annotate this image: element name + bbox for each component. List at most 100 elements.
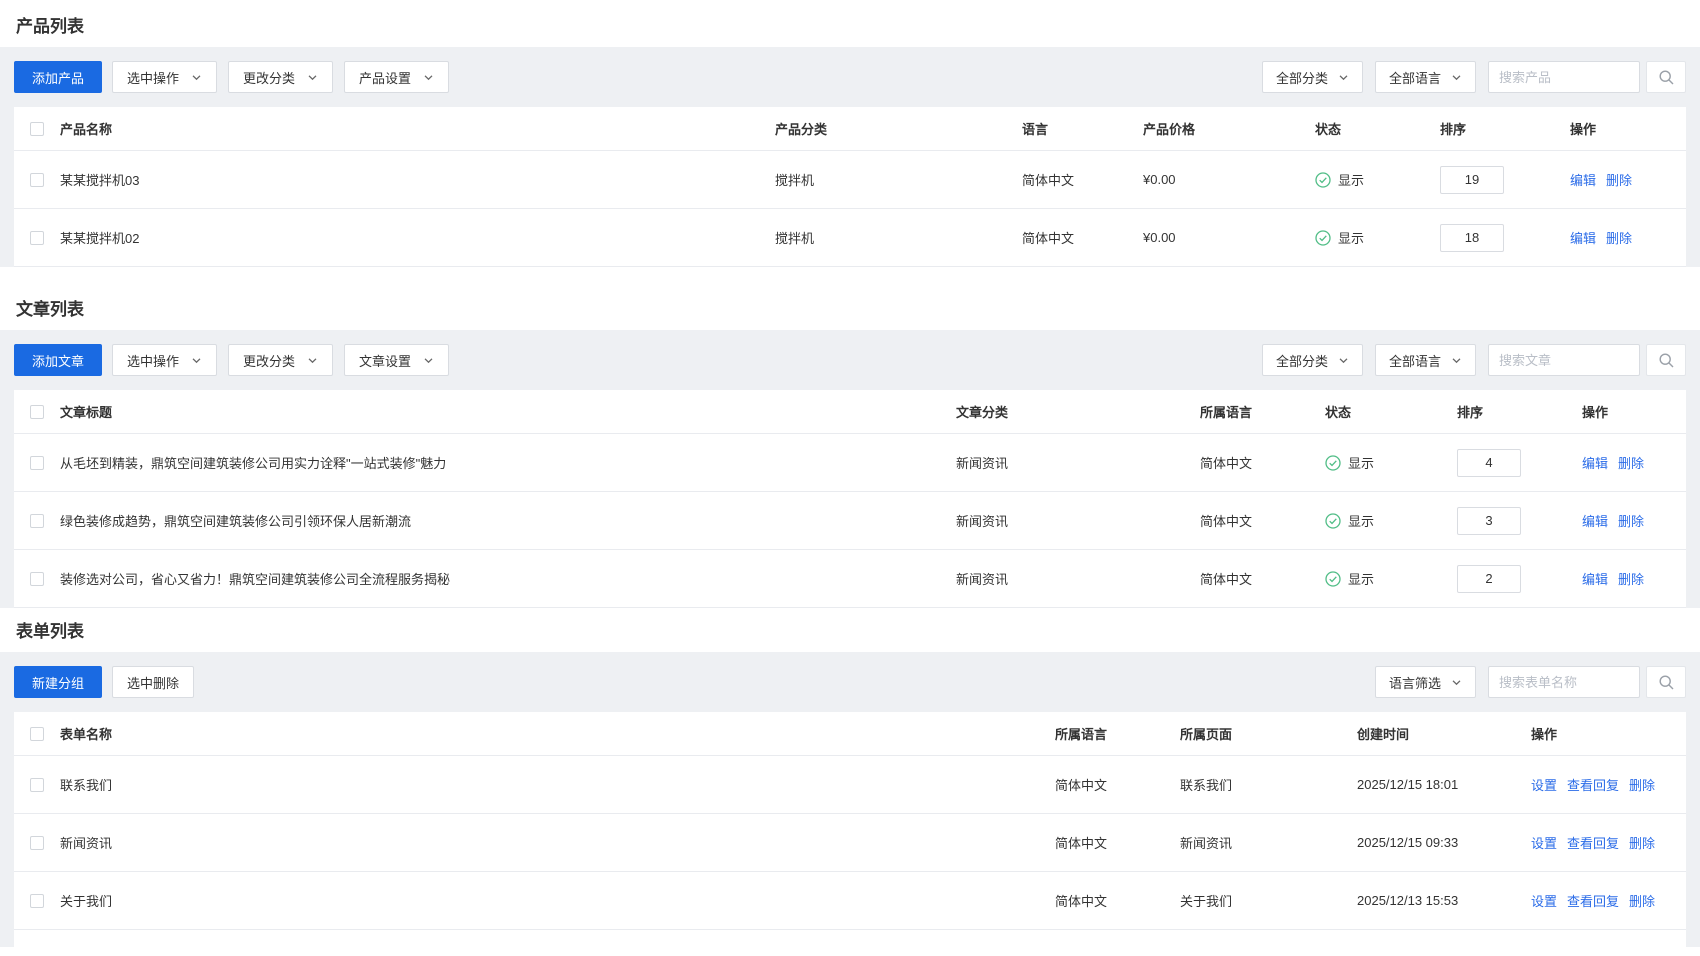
article-category: 新闻资讯 [956, 569, 1200, 588]
delete-link[interactable]: 删除 [1606, 231, 1632, 246]
article-settings-dropdown[interactable]: 文章设置 [344, 344, 449, 376]
change-category-dropdown[interactable]: 更改分类 [228, 61, 333, 93]
product-price: ¥0.00 [1143, 230, 1315, 245]
chevron-down-icon [1451, 677, 1462, 688]
language-filter-dropdown[interactable]: 全部语言 [1375, 344, 1476, 376]
article-search-button[interactable] [1646, 344, 1686, 376]
status-badge: 显示 [1315, 228, 1430, 247]
form-language: 简体中文 [1055, 775, 1180, 794]
settings-link[interactable]: 设置 [1531, 836, 1557, 851]
form-name: 联系我们 [60, 775, 1055, 794]
row-checkbox[interactable] [30, 231, 44, 245]
form-search-button[interactable] [1646, 666, 1686, 698]
row-checkbox[interactable] [30, 778, 44, 792]
table-row: 某某搅拌机03 搅拌机 简体中文 ¥0.00 显示 编辑删除 [14, 151, 1686, 209]
form-search-input[interactable] [1488, 666, 1640, 698]
sort-input[interactable] [1457, 565, 1521, 593]
edit-link[interactable]: 编辑 [1582, 514, 1608, 529]
chevron-down-icon [1338, 355, 1349, 366]
article-title: 从毛坯到精装，鼎筑空间建筑装修公司用实力诠释"一站式装修"魅力 [60, 453, 956, 472]
products-toolbar: 添加产品 选中操作 更改分类 产品设置 全部分类 全部语言 [14, 61, 1686, 93]
row-checkbox[interactable] [30, 572, 44, 586]
selected-actions-dropdown[interactable]: 选中操作 [112, 61, 217, 93]
forms-toolbar: 新建分组 选中删除 语言筛选 [14, 666, 1686, 698]
table-row: 新闻资讯 简体中文 新闻资讯 2025/12/15 09:33 设置查看回复删除 [14, 814, 1686, 872]
change-category-dropdown[interactable]: 更改分类 [228, 344, 333, 376]
check-circle-icon [1315, 172, 1331, 188]
settings-link[interactable]: 设置 [1531, 894, 1557, 909]
article-language: 简体中文 [1200, 511, 1325, 530]
new-group-button[interactable]: 新建分组 [14, 666, 102, 698]
category-filter-dropdown[interactable]: 全部分类 [1262, 61, 1363, 93]
table-row: 装修选对公司，省心又省力！鼎筑空间建筑装修公司全流程服务揭秘 新闻资讯 简体中文… [14, 550, 1686, 608]
view-replies-link[interactable]: 查看回复 [1567, 778, 1619, 793]
category-filter-dropdown[interactable]: 全部分类 [1262, 344, 1363, 376]
products-section: 产品列表 添加产品 选中操作 更改分类 产品设置 全部分类 全部语言 [0, 0, 1700, 267]
delete-link[interactable]: 删除 [1629, 894, 1655, 909]
row-checkbox[interactable] [30, 836, 44, 850]
product-language: 简体中文 [1022, 228, 1143, 247]
check-circle-icon [1325, 455, 1341, 471]
article-title: 装修选对公司，省心又省力！鼎筑空间建筑装修公司全流程服务揭秘 [60, 569, 956, 588]
forms-section: 表单列表 新建分组 选中删除 语言筛选 表单名称 所属语言 所属页面 创建时间 … [0, 608, 1700, 947]
table-row: 关于我们 简体中文 关于我们 2025/12/13 15:53 设置查看回复删除 [14, 872, 1686, 930]
article-language: 简体中文 [1200, 453, 1325, 472]
check-circle-icon [1325, 571, 1341, 587]
article-category: 新闻资讯 [956, 511, 1200, 530]
product-search-input[interactable] [1488, 61, 1640, 93]
chevron-down-icon [307, 72, 318, 83]
view-replies-link[interactable]: 查看回复 [1567, 836, 1619, 851]
delete-link[interactable]: 删除 [1618, 572, 1644, 587]
form-name: 关于我们 [60, 891, 1055, 910]
row-checkbox[interactable] [30, 173, 44, 187]
delete-link[interactable]: 删除 [1618, 514, 1644, 529]
delete-link[interactable]: 删除 [1629, 778, 1655, 793]
row-checkbox[interactable] [30, 456, 44, 470]
forms-table-header: 表单名称 所属语言 所属页面 创建时间 操作 [14, 712, 1686, 756]
chevron-down-icon [191, 72, 202, 83]
settings-link[interactable]: 设置 [1531, 778, 1557, 793]
articles-toolbar: 添加文章 选中操作 更改分类 文章设置 全部分类 全部语言 [14, 344, 1686, 376]
product-price: ¥0.00 [1143, 172, 1315, 187]
chevron-down-icon [307, 355, 318, 366]
delete-link[interactable]: 删除 [1618, 456, 1644, 471]
edit-link[interactable]: 编辑 [1582, 456, 1608, 471]
delete-link[interactable]: 删除 [1629, 836, 1655, 851]
status-badge: 显示 [1315, 170, 1430, 189]
select-all-checkbox[interactable] [30, 405, 44, 419]
product-search-button[interactable] [1646, 61, 1686, 93]
form-created-time: 2025/12/15 09:33 [1357, 835, 1531, 850]
products-table-header: 产品名称 产品分类 语言 产品价格 状态 排序 操作 [14, 107, 1686, 151]
sort-input[interactable] [1457, 449, 1521, 477]
row-checkbox[interactable] [30, 894, 44, 908]
sort-input[interactable] [1440, 224, 1504, 252]
product-settings-dropdown[interactable]: 产品设置 [344, 61, 449, 93]
selected-actions-dropdown[interactable]: 选中操作 [112, 344, 217, 376]
form-created-time: 2025/12/13 15:53 [1357, 893, 1531, 908]
select-all-checkbox[interactable] [30, 122, 44, 136]
row-checkbox[interactable] [30, 514, 44, 528]
delete-selected-button[interactable]: 选中删除 [112, 666, 194, 698]
chevron-down-icon [423, 72, 434, 83]
forms-table: 表单名称 所属语言 所属页面 创建时间 操作 联系我们 简体中文 联系我们 20… [14, 712, 1686, 947]
check-circle-icon [1325, 513, 1341, 529]
delete-link[interactable]: 删除 [1606, 173, 1632, 188]
edit-link[interactable]: 编辑 [1582, 572, 1608, 587]
search-icon [1658, 69, 1675, 86]
language-filter-dropdown[interactable]: 语言筛选 [1375, 666, 1476, 698]
product-category: 搅拌机 [775, 228, 1022, 247]
add-article-button[interactable]: 添加文章 [14, 344, 102, 376]
article-search-input[interactable] [1488, 344, 1640, 376]
view-replies-link[interactable]: 查看回复 [1567, 894, 1619, 909]
add-product-button[interactable]: 添加产品 [14, 61, 102, 93]
select-all-checkbox[interactable] [30, 727, 44, 741]
edit-link[interactable]: 编辑 [1570, 231, 1596, 246]
sort-input[interactable] [1440, 166, 1504, 194]
articles-panel: 添加文章 选中操作 更改分类 文章设置 全部分类 全部语言 [0, 330, 1700, 608]
sort-input[interactable] [1457, 507, 1521, 535]
articles-table: 文章标题 文章分类 所属语言 状态 排序 操作 从毛坯到精装，鼎筑空间建筑装修公… [14, 390, 1686, 608]
check-circle-icon [1315, 230, 1331, 246]
language-filter-dropdown[interactable]: 全部语言 [1375, 61, 1476, 93]
edit-link[interactable]: 编辑 [1570, 173, 1596, 188]
search-icon [1658, 352, 1675, 369]
